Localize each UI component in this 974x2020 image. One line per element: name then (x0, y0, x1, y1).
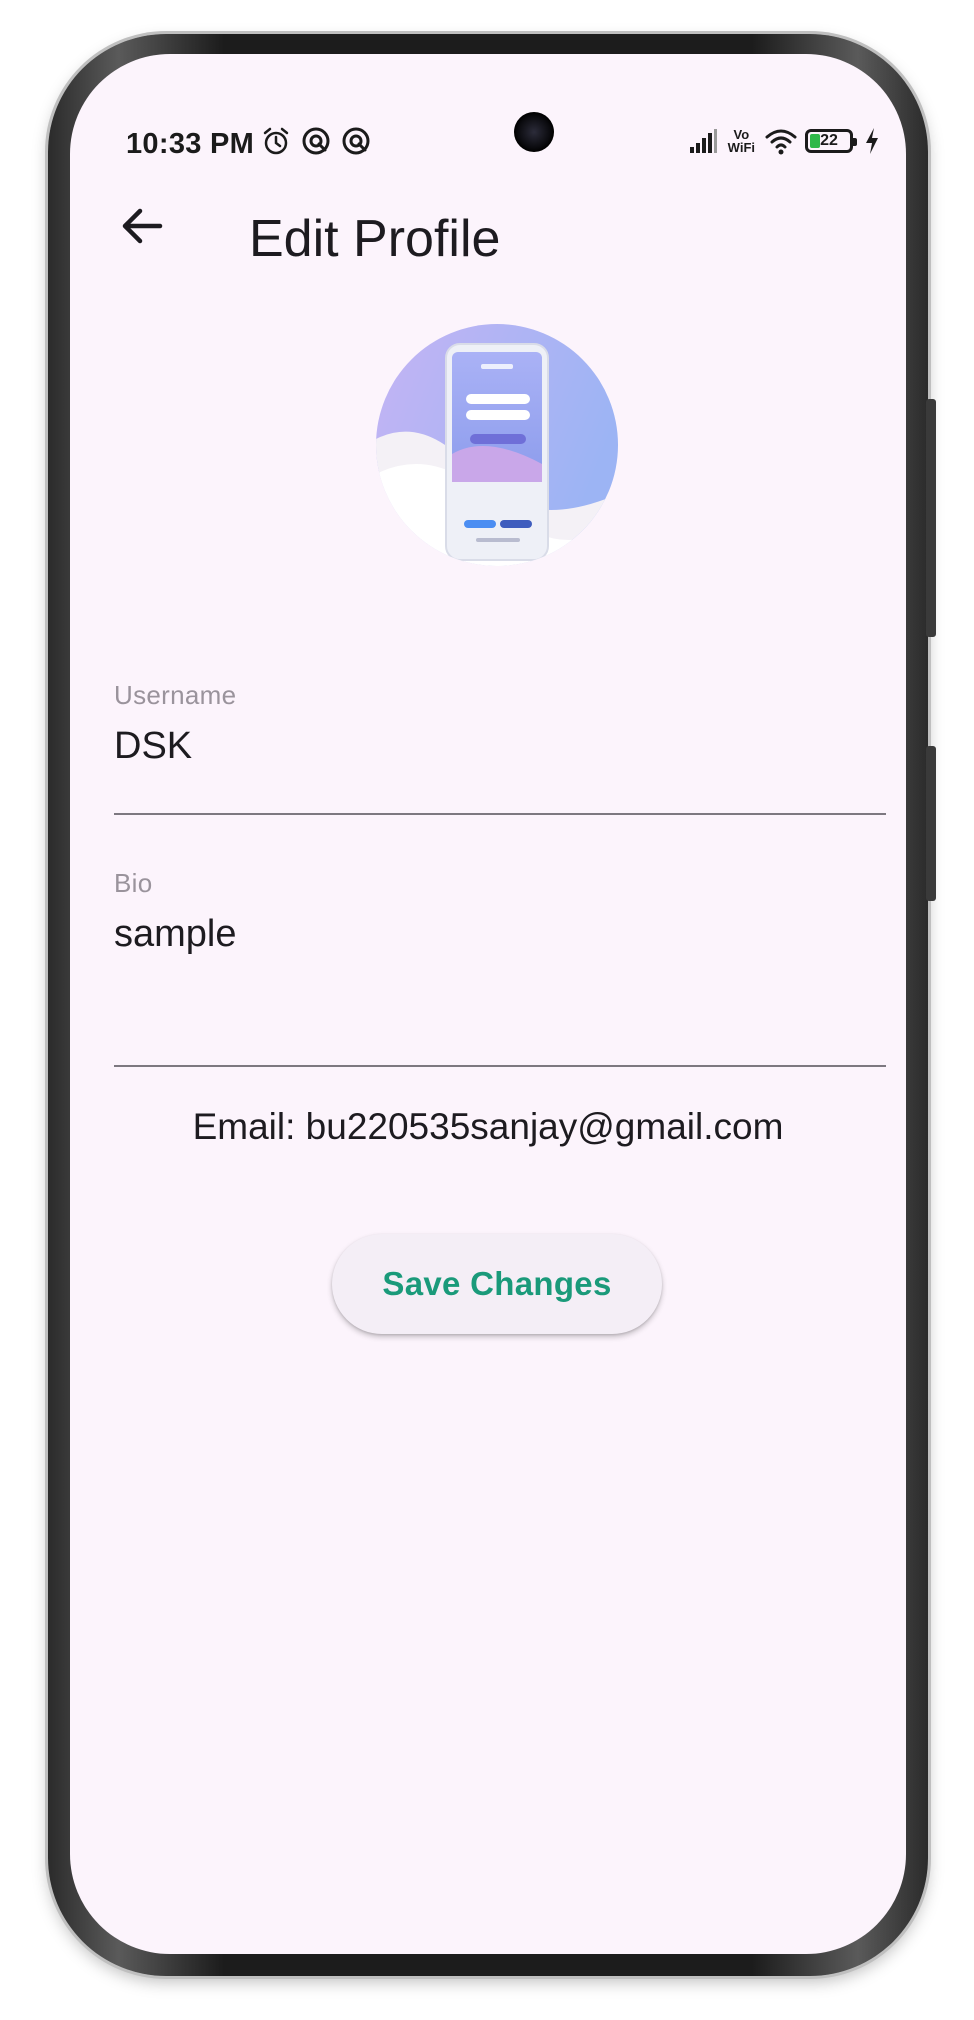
app-screen: 10:33 PM Vo WiFi 22 Edit Profile Usernam… (70, 54, 906, 1954)
back-button[interactable] (112, 198, 172, 258)
profile-image (376, 324, 618, 566)
battery-level: 22 (820, 132, 838, 149)
vowifi-icon: Vo WiFi (728, 128, 755, 154)
username-field[interactable]: Username DSK (114, 680, 886, 816)
bio-label: Bio (114, 868, 153, 898)
front-camera (514, 112, 554, 152)
username-input[interactable]: DSK (114, 725, 886, 768)
volume-button (926, 399, 936, 637)
alarm-icon (260, 125, 292, 157)
battery-icon: 22 (805, 129, 857, 153)
app-notification-icon (300, 125, 332, 157)
username-label: Username (114, 680, 237, 710)
status-icons-right: Vo WiFi 22 (687, 125, 882, 157)
charging-icon (862, 125, 882, 157)
profile-avatar[interactable] (376, 324, 618, 566)
save-changes-button[interactable]: Save Changes (332, 1234, 662, 1334)
email-text: Email: bu220535sanjay@gmail.com (192, 1106, 784, 1147)
bio-input[interactable]: sample (114, 913, 886, 956)
power-button (926, 746, 936, 901)
phone-frame: 10:33 PM Vo WiFi 22 Edit Profile Usernam… (48, 34, 936, 1976)
app-notification-icon (340, 125, 372, 157)
signal-icon (687, 125, 719, 157)
username-underline (114, 813, 886, 815)
wifi-icon (764, 125, 797, 157)
page-title: Edit Profile (249, 210, 501, 268)
vowifi-bottom-text: WiFi (727, 140, 755, 155)
arrow-left-icon (120, 206, 164, 251)
bio-field[interactable]: Bio sample (114, 868, 886, 1068)
status-icons-left (260, 125, 372, 157)
bio-underline (114, 1065, 886, 1067)
status-time: 10:33 PM (126, 128, 255, 160)
